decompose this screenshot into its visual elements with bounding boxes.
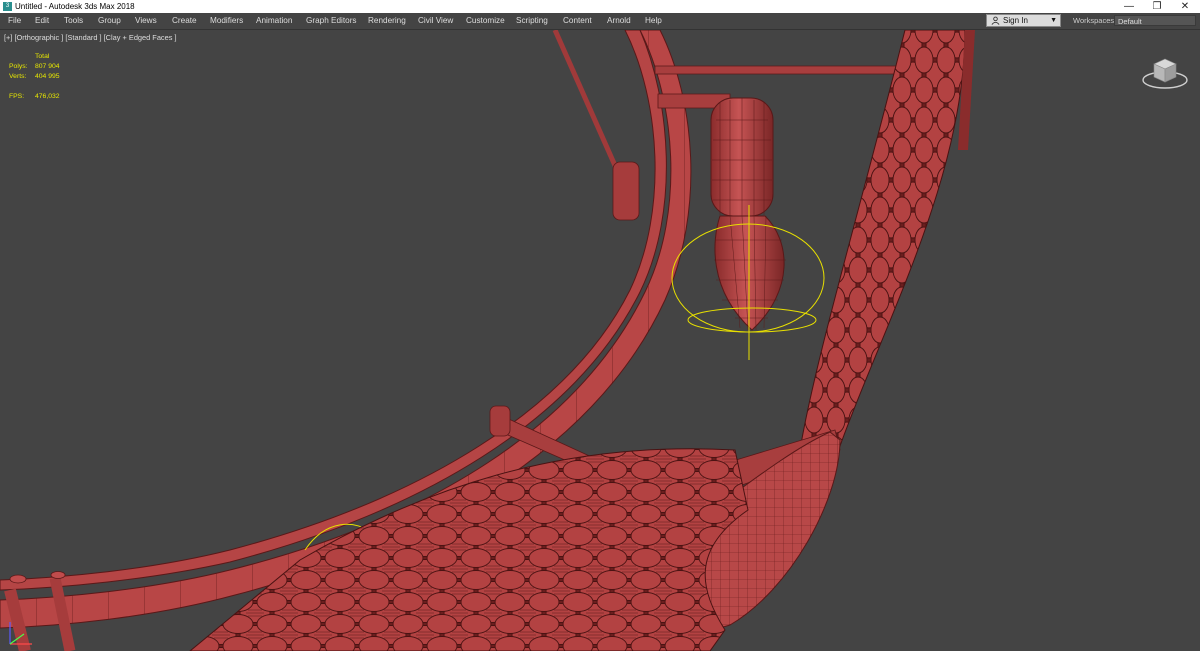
menu-edit[interactable]: Edit — [35, 13, 49, 29]
menu-tools[interactable]: Tools — [64, 13, 83, 29]
sign-in-label: Sign In — [1003, 16, 1028, 25]
post-cap — [50, 571, 66, 579]
restore-button[interactable]: ❐ — [1143, 0, 1171, 13]
menu-create[interactable]: Create — [172, 13, 197, 29]
menu-animation[interactable]: Animation — [256, 13, 292, 29]
fps-value: 476,032 — [35, 93, 60, 100]
menu-scripting[interactable]: Scripting — [516, 13, 548, 29]
viewcube-icon[interactable] — [1140, 50, 1190, 92]
fps-label: FPS: — [9, 93, 25, 100]
post-cap — [9, 574, 27, 584]
title-bar: 3 Untitled - Autodesk 3ds Max 2018 — ❐ ✕ — [0, 0, 1200, 13]
caret-down-icon: ▼ — [1050, 17, 1057, 24]
menu-graph-editors[interactable]: Graph Editors — [306, 13, 357, 29]
viewport-perspective[interactable]: [+] [Orthographic ] [Standard ] [Clay + … — [0, 30, 1200, 651]
capsule-tip — [714, 215, 785, 331]
menu-rendering[interactable]: Rendering — [368, 13, 406, 29]
menu-modifiers[interactable]: Modifiers — [210, 13, 243, 29]
workspaces-select[interactable]: Default — [1114, 15, 1196, 26]
connector-cylinder — [612, 161, 640, 221]
window-title: Untitled - Autodesk 3ds Max 2018 — [15, 2, 135, 11]
minimize-button[interactable]: — — [1115, 0, 1143, 13]
viewport-label[interactable]: [+] [Orthographic ] [Standard ] [Clay + … — [4, 33, 177, 42]
menu-content[interactable]: Content — [563, 13, 592, 29]
close-button[interactable]: ✕ — [1171, 0, 1199, 13]
verts-label: Verts: — [9, 73, 27, 80]
stats-header: Total — [35, 53, 50, 60]
app-icon: 3 — [3, 2, 12, 11]
menu-help[interactable]: Help — [645, 13, 662, 29]
menu-arnold[interactable]: Arnold — [607, 13, 631, 29]
menu-civil-view[interactable]: Civil View — [418, 13, 453, 29]
sign-in-dropdown[interactable]: Sign In ▼ — [986, 14, 1061, 27]
strut-end-cap — [489, 405, 511, 437]
scene-render — [0, 30, 975, 651]
menu-customize[interactable]: Customize — [466, 13, 505, 29]
polys-value: 807 904 — [35, 63, 60, 70]
polys-label: Polys: — [9, 63, 28, 70]
statistics-overlay: Total Polys: 807 904 Verts: 404 995 FPS: 47… — [9, 52, 89, 102]
menu-views[interactable]: Views — [135, 13, 157, 29]
menu-group[interactable]: Group — [98, 13, 121, 29]
axis-tripod-icon — [9, 622, 32, 645]
user-icon — [991, 16, 1000, 25]
workspaces-label: Workspaces: — [1073, 16, 1117, 25]
menu-file[interactable]: File — [8, 13, 21, 29]
band-right-vertical — [799, 30, 966, 461]
verts-value: 404 995 — [35, 73, 60, 80]
strut-top — [654, 65, 901, 75]
post-right — [49, 576, 76, 651]
